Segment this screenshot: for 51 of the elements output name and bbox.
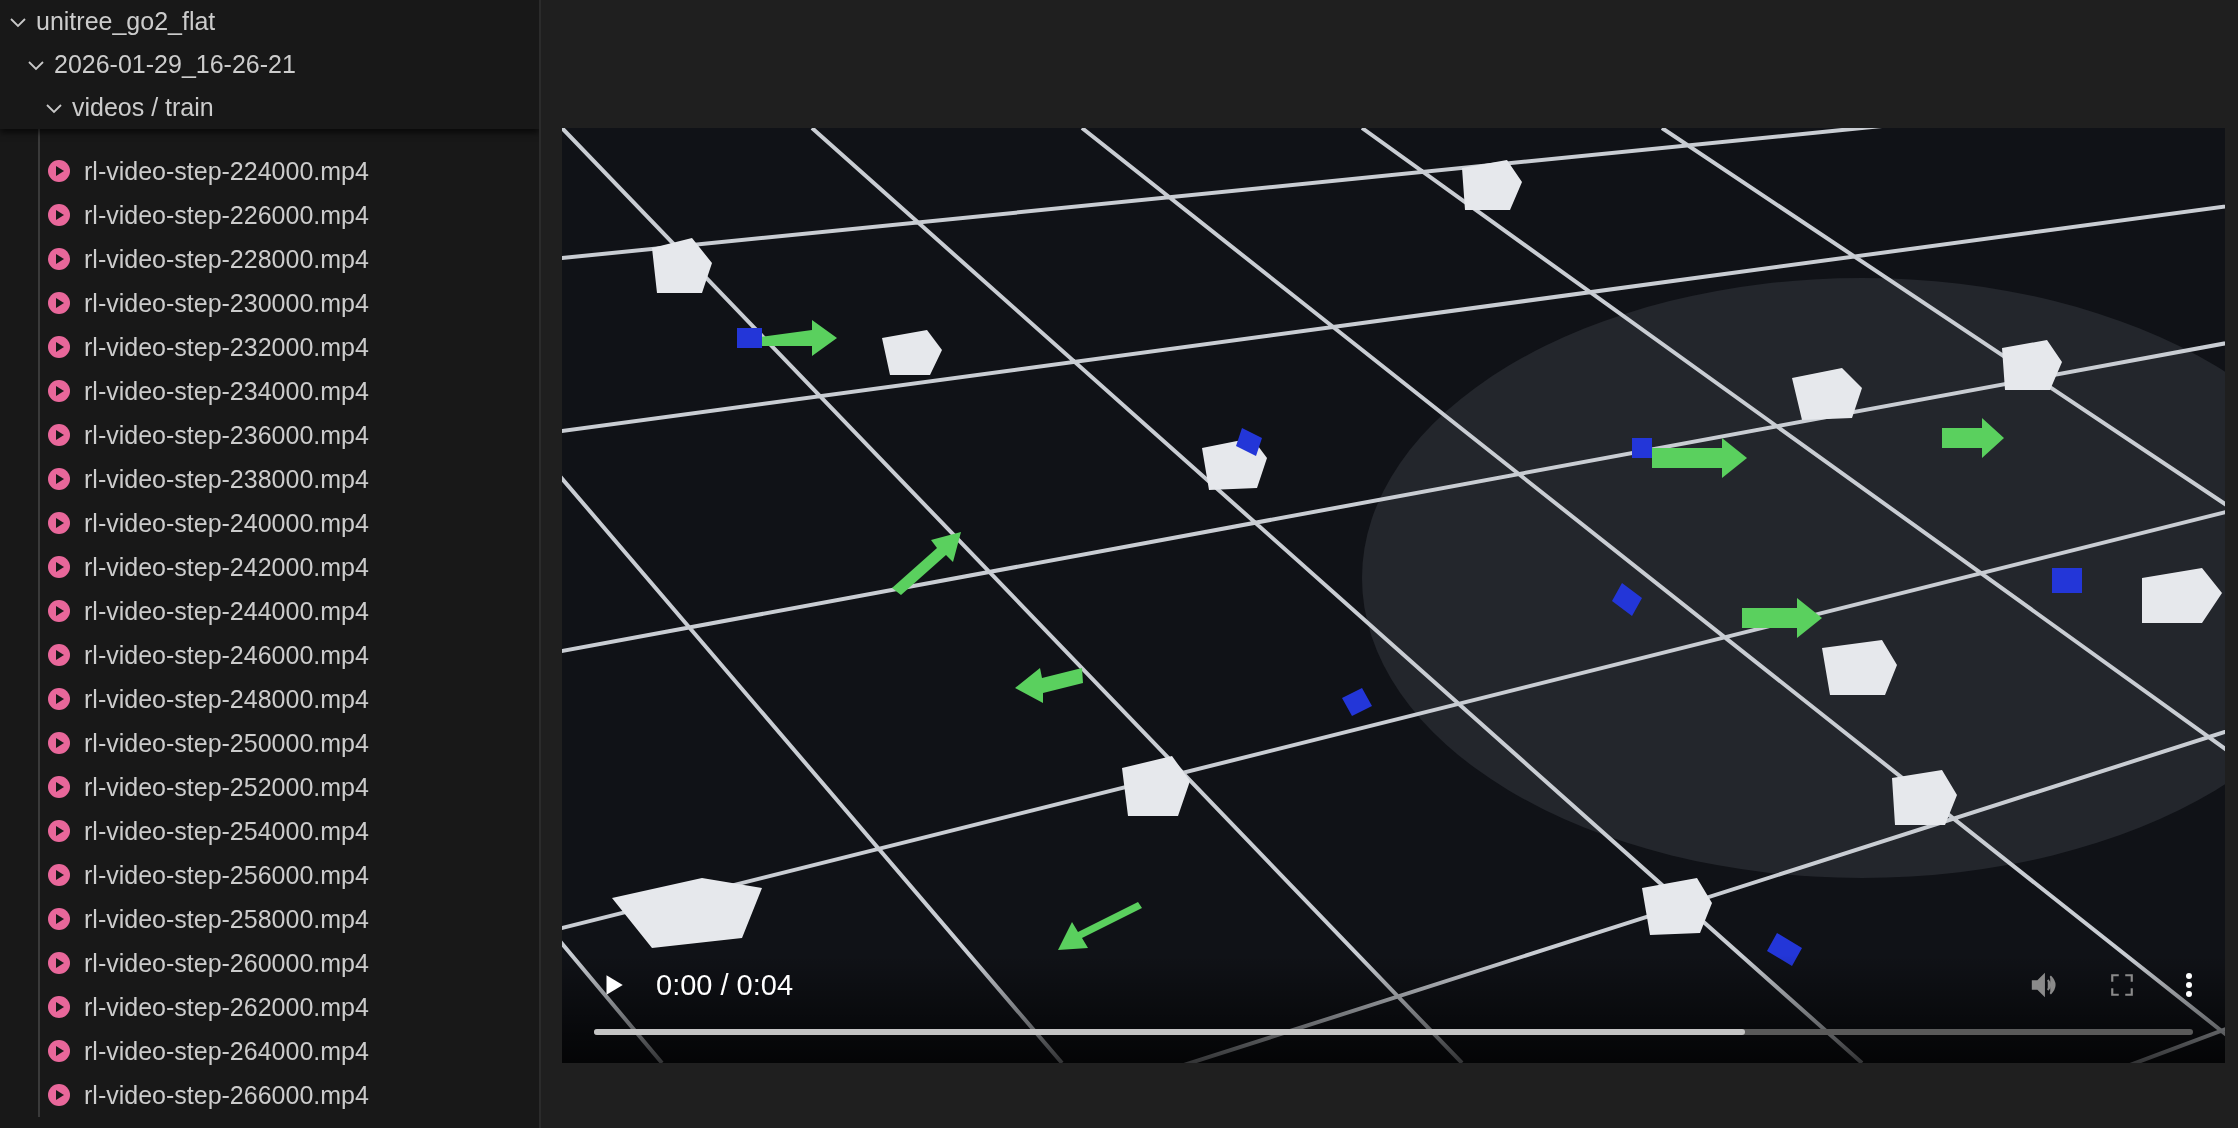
play-file-icon <box>48 204 70 226</box>
file-item[interactable]: rl-video-step-246000.mp4 <box>0 633 539 677</box>
play-file-icon <box>48 1040 70 1062</box>
file-item[interactable]: rl-video-step-232000.mp4 <box>0 325 539 369</box>
file-item[interactable]: rl-video-step-258000.mp4 <box>0 897 539 941</box>
file-item[interactable]: rl-video-step-256000.mp4 <box>0 853 539 897</box>
time-display: 0:00 / 0:04 <box>656 968 794 1002</box>
play-file-icon <box>48 732 70 754</box>
play-file-icon <box>48 688 70 710</box>
play-file-icon <box>48 1084 70 1106</box>
play-file-icon <box>48 600 70 622</box>
folder-item[interactable]: unitree_go2_flat <box>0 0 539 43</box>
folder-item[interactable]: videos / train <box>0 86 539 129</box>
file-item[interactable]: rl-video-step-242000.mp4 <box>0 545 539 589</box>
progress-bar[interactable] <box>594 1029 2193 1035</box>
play-file-icon <box>48 248 70 270</box>
play-file-icon <box>48 776 70 798</box>
file-item[interactable]: rl-video-step-238000.mp4 <box>0 457 539 501</box>
file-item[interactable]: rl-video-step-266000.mp4 <box>0 1073 539 1117</box>
file-item[interactable]: rl-video-step-250000.mp4 <box>0 721 539 765</box>
file-item[interactable]: rl-video-step-252000.mp4 <box>0 765 539 809</box>
play-file-icon <box>48 908 70 930</box>
more-options-icon[interactable] <box>2185 972 2193 998</box>
play-file-icon <box>48 160 70 182</box>
file-item[interactable]: rl-video-step-240000.mp4 <box>0 501 539 545</box>
file-item[interactable]: rl-video-step-248000.mp4 <box>0 677 539 721</box>
play-file-icon <box>48 336 70 358</box>
fullscreen-icon[interactable] <box>2109 972 2135 998</box>
play-file-icon <box>48 512 70 534</box>
play-file-icon <box>48 468 70 490</box>
file-item[interactable]: rl-video-step-228000.mp4 <box>0 237 539 281</box>
play-file-icon <box>48 952 70 974</box>
play-file-icon <box>48 424 70 446</box>
play-file-icon <box>48 556 70 578</box>
folder-item[interactable]: 2026-01-29_16-26-21 <box>0 43 539 86</box>
file-item[interactable]: rl-video-step-224000.mp4 <box>0 149 539 193</box>
file-item[interactable]: rl-video-step-236000.mp4 <box>0 413 539 457</box>
file-item[interactable]: rl-video-step-262000.mp4 <box>0 985 539 1029</box>
file-item[interactable]: rl-video-step-244000.mp4 <box>0 589 539 633</box>
file-item[interactable]: rl-video-step-264000.mp4 <box>0 1029 539 1073</box>
play-file-icon <box>48 644 70 666</box>
file-item[interactable]: rl-video-step-260000.mp4 <box>0 941 539 985</box>
file-item[interactable]: rl-video-step-254000.mp4 <box>0 809 539 853</box>
play-file-icon <box>48 380 70 402</box>
play-file-icon <box>48 820 70 842</box>
play-file-icon <box>48 864 70 886</box>
play-file-icon <box>48 996 70 1018</box>
play-file-icon <box>48 292 70 314</box>
file-item[interactable]: rl-video-step-226000.mp4 <box>0 193 539 237</box>
file-item[interactable]: rl-video-step-230000.mp4 <box>0 281 539 325</box>
file-item[interactable]: rl-video-step-234000.mp4 <box>0 369 539 413</box>
